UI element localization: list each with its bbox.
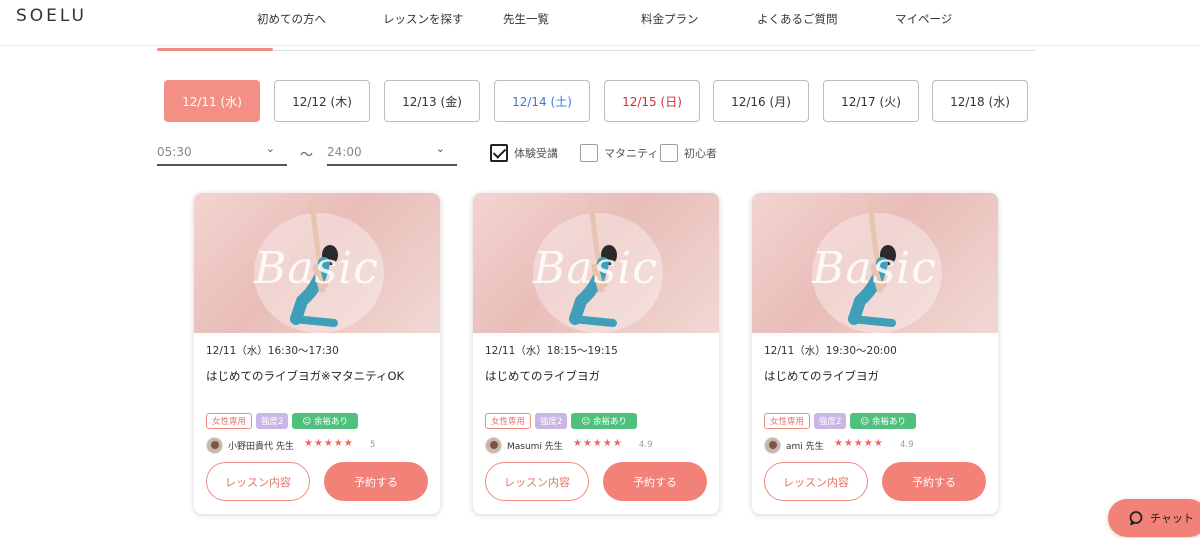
lesson-time: 12/11（水）19:30〜20:00	[764, 345, 897, 357]
teacher-info[interactable]: ami 先生	[764, 436, 824, 454]
nav-mypage[interactable]: マイページ	[895, 11, 952, 27]
lesson-title[interactable]: はじめてのライブヨガ※マタニティOK	[206, 368, 404, 384]
teacher-avatar	[206, 436, 223, 454]
lesson-detail-button[interactable]: レッスン内容	[764, 462, 868, 501]
date-tabs-divider	[157, 50, 1035, 51]
date-tab-1217[interactable]: 12/17 (火)	[823, 80, 919, 122]
checkbox-beginner-label: 初心者	[684, 147, 717, 160]
active-tab-indicator	[157, 48, 273, 51]
rating-value: 4.9	[900, 440, 914, 450]
lesson-time: 12/11（水）16:30〜17:30	[206, 345, 339, 357]
site-logo[interactable]: SOELU	[16, 6, 87, 26]
teacher-avatar	[485, 436, 502, 454]
rating-value: 5	[370, 440, 376, 450]
reserve-button[interactable]: 予約する	[882, 462, 986, 501]
lesson-card[interactable]: Basic 12/11（水）18:15〜19:15 はじめてのライブヨガ 女性専…	[473, 193, 719, 514]
teacher-name: 小野田貴代 先生	[228, 441, 294, 452]
lesson-card[interactable]: Basic 12/11（水）19:30〜20:00 はじめてのライブヨガ 女性専…	[752, 193, 998, 514]
date-tab-1216[interactable]: 12/16 (月)	[713, 80, 809, 122]
reserve-button[interactable]: 予約する	[324, 462, 428, 501]
intensity-badge: 強度2	[256, 413, 289, 429]
chat-bubble-icon	[1129, 511, 1143, 526]
intensity-badge: 強度2	[535, 413, 568, 429]
teacher-avatar	[764, 436, 781, 454]
nav-teachers[interactable]: 先生一覧	[503, 11, 549, 27]
rating-value: 4.9	[639, 440, 653, 450]
nav-pricing[interactable]: 料金プラン	[641, 11, 699, 27]
availability-badge: ☺ 余裕あり	[292, 413, 359, 429]
site-header: SOELU 初めての方へ レッスンを探す 先生一覧 料金プラン よくあるご質問 …	[0, 0, 1200, 46]
date-tab-1215[interactable]: 12/15 (日)	[604, 80, 700, 122]
star-rating-icon: ★★★★★	[573, 438, 623, 449]
date-tab-1211[interactable]: 12/11 (水)	[164, 80, 260, 122]
women-only-badge: 女性専用	[206, 413, 253, 429]
star-rating-icon: ★★★★★	[834, 438, 884, 449]
time-from-select[interactable]: 05:30 ⌄	[157, 140, 287, 166]
availability-badge: ☺ 余裕あり	[850, 413, 917, 429]
availability-badge: ☺ 余裕あり	[571, 413, 638, 429]
lesson-category-label: Basic	[533, 243, 658, 294]
checkbox-checked-icon[interactable]	[490, 144, 508, 162]
chevron-down-icon: ⌄	[265, 142, 275, 155]
lesson-detail-button[interactable]: レッスン内容	[485, 462, 589, 501]
women-only-badge: 女性専用	[485, 413, 532, 429]
teacher-info[interactable]: Masumi 先生	[485, 436, 563, 454]
nav-first-time[interactable]: 初めての方へ	[257, 11, 326, 27]
lesson-tags: 女性専用 強度2 ☺ 余裕あり	[764, 413, 917, 429]
nav-find-lessons[interactable]: レッスンを探す	[383, 11, 464, 27]
checkbox-trial-label: 体験受講	[514, 147, 558, 160]
lesson-card[interactable]: Basic 12/11（水）16:30〜17:30 はじめてのライブヨガ※マタニ…	[194, 193, 440, 514]
lesson-detail-button[interactable]: レッスン内容	[206, 462, 310, 501]
lesson-tags: 女性専用 強度2 ☺ 余裕あり	[206, 413, 359, 429]
time-to-value: 24:00	[327, 145, 362, 159]
chat-label: チャット	[1150, 512, 1194, 525]
teacher-name: ami 先生	[786, 441, 824, 452]
women-only-badge: 女性専用	[764, 413, 811, 429]
time-range-separator: 〜	[300, 148, 314, 163]
checkbox-unchecked-icon[interactable]	[660, 144, 678, 162]
checkbox-maternity-label: マタニティ	[604, 147, 659, 160]
date-tab-1213[interactable]: 12/13 (金)	[384, 80, 480, 122]
date-tab-1214[interactable]: 12/14 (土)	[494, 80, 590, 122]
star-rating-icon: ★★★★★	[304, 438, 354, 449]
teacher-info[interactable]: 小野田貴代 先生	[206, 436, 294, 454]
reserve-button[interactable]: 予約する	[603, 462, 707, 501]
time-from-value: 05:30	[157, 145, 192, 159]
lesson-title[interactable]: はじめてのライブヨガ	[764, 368, 879, 384]
checkbox-trial[interactable]: 体験受講	[490, 143, 558, 163]
intensity-badge: 強度2	[814, 413, 847, 429]
lesson-thumbnail[interactable]: Basic	[194, 193, 440, 333]
date-tab-1218[interactable]: 12/18 (水)	[932, 80, 1028, 122]
checkbox-unchecked-icon[interactable]	[580, 144, 598, 162]
lesson-tags: 女性専用 強度2 ☺ 余裕あり	[485, 413, 638, 429]
nav-faq[interactable]: よくあるご質問	[757, 11, 838, 27]
lesson-thumbnail[interactable]: Basic	[473, 193, 719, 333]
time-to-select[interactable]: 24:00 ⌄	[327, 140, 457, 166]
lesson-thumbnail[interactable]: Basic	[752, 193, 998, 333]
teacher-name: Masumi 先生	[507, 441, 563, 452]
chat-button[interactable]: チャット	[1108, 499, 1200, 537]
lesson-time: 12/11（水）18:15〜19:15	[485, 345, 618, 357]
checkbox-maternity[interactable]: マタニティ	[580, 143, 658, 163]
lesson-category-label: Basic	[254, 243, 379, 294]
date-tab-1212[interactable]: 12/12 (木)	[274, 80, 370, 122]
lesson-category-label: Basic	[812, 243, 937, 294]
lesson-title[interactable]: はじめてのライブヨガ	[485, 368, 600, 384]
checkbox-beginner[interactable]: 初心者	[660, 143, 717, 163]
chevron-down-icon: ⌄	[435, 142, 445, 155]
